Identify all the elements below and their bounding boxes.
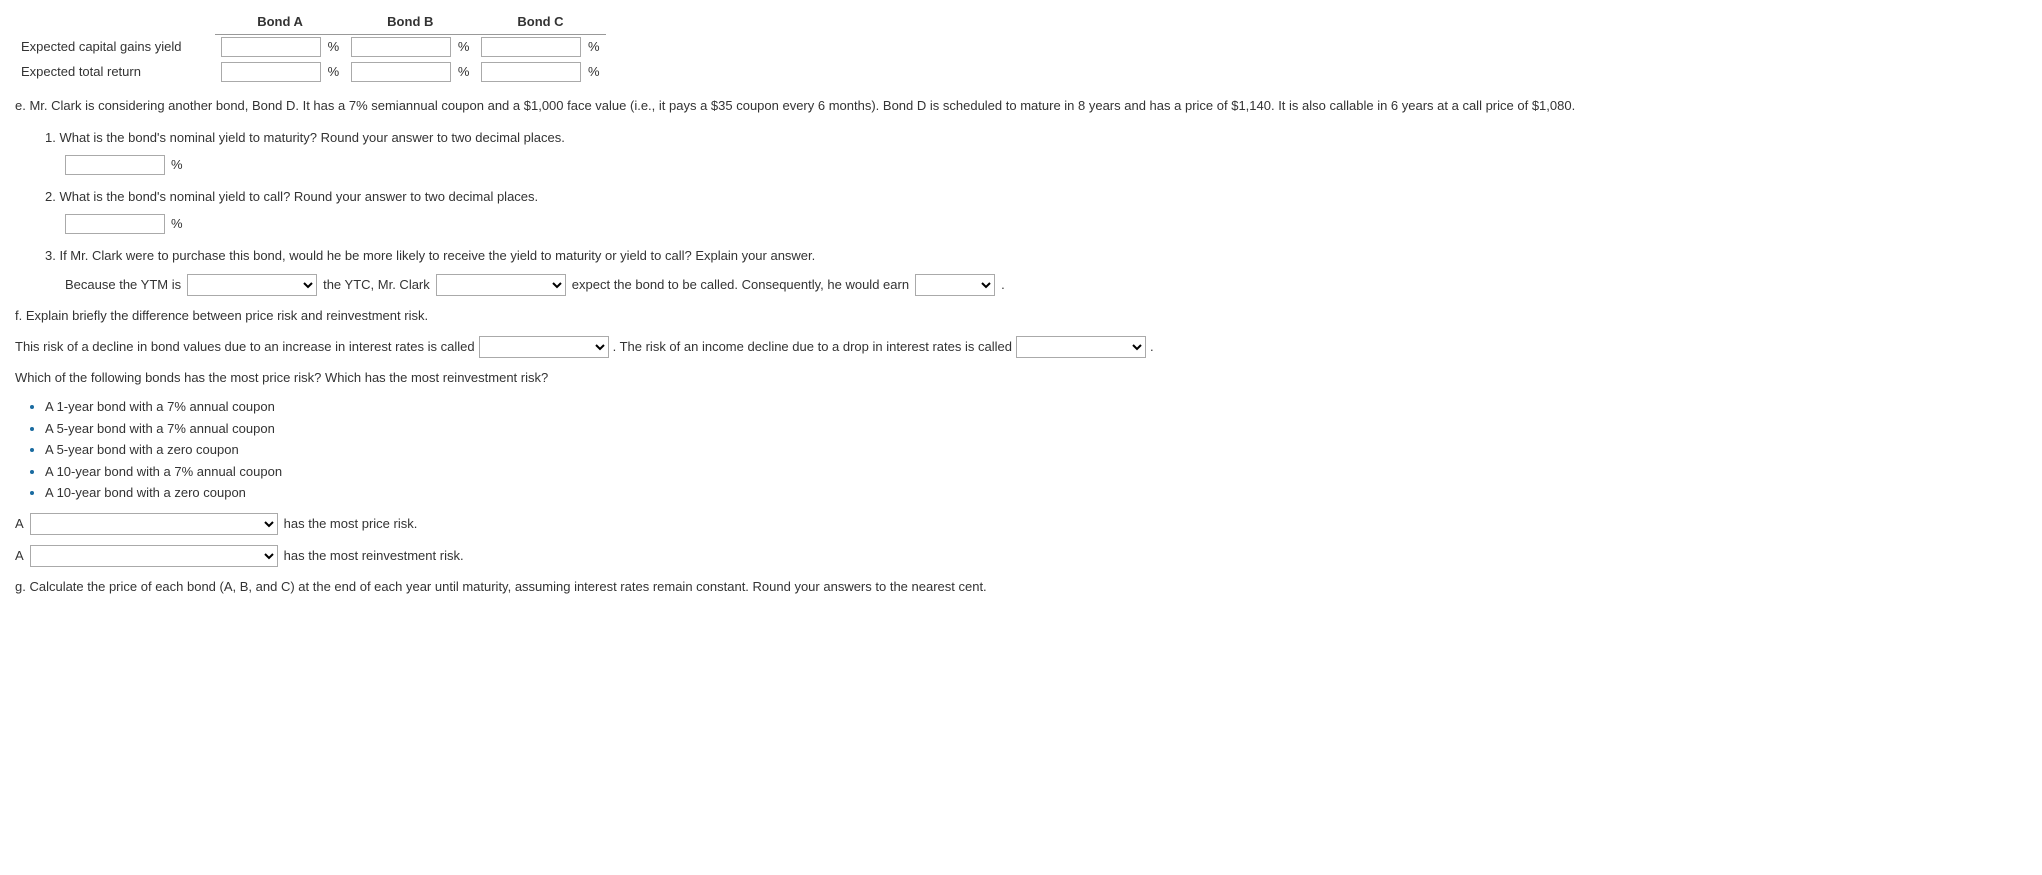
- capital-gains-bond-b-cell: %: [345, 34, 475, 59]
- question-e2: 2. What is the bond's nominal yield to c…: [45, 187, 2027, 208]
- capital-gains-bond-c-input[interactable]: [481, 37, 581, 57]
- q2-input[interactable]: [65, 214, 165, 234]
- bond-a-header: Bond A: [215, 10, 345, 34]
- q3-text: If Mr. Clark were to purchase this bond,…: [59, 248, 815, 263]
- most-price-risk-suffix: has the most price risk.: [284, 514, 418, 534]
- because-prefix: Because the YTM is: [65, 273, 181, 296]
- most-reinvestment-risk-dropdown[interactable]: 1-year bond with a 7% annual coupon 5-ye…: [30, 545, 278, 567]
- because-row: Because the YTM is greater than less tha…: [65, 273, 2027, 296]
- list-item-4: A 10-year bond with a 7% annual coupon: [45, 462, 2027, 482]
- q2-text: What is the bond's nominal yield to call…: [59, 189, 538, 204]
- capital-gains-label: Expected capital gains yield: [15, 34, 215, 59]
- q1-number: 1.: [45, 130, 56, 145]
- total-return-bond-a-input[interactable]: [221, 62, 321, 82]
- price-risk-dropdown[interactable]: price risk reinvestment risk: [479, 336, 609, 358]
- total-return-row: Expected total return % % %: [15, 59, 606, 84]
- most-price-risk-prefix: A: [15, 514, 24, 534]
- bond-options-list: A 1-year bond with a 7% annual coupon A …: [45, 397, 2027, 503]
- section-e-text: e. Mr. Clark is considering another bond…: [15, 96, 2027, 117]
- risk-prefix: This risk of a decline in bond values du…: [15, 335, 475, 358]
- percent-sign-6: %: [588, 64, 600, 79]
- percent-sign-2: %: [458, 39, 470, 54]
- total-return-bond-c-input[interactable]: [481, 62, 581, 82]
- most-price-risk-dropdown[interactable]: 1-year bond with a 7% annual coupon 5-ye…: [30, 513, 278, 535]
- because-middle: the YTC, Mr. Clark: [323, 273, 430, 296]
- risk-explanation-row: This risk of a decline in bond values du…: [15, 335, 2027, 358]
- total-return-bond-b-input[interactable]: [351, 62, 451, 82]
- ytm-comparison-dropdown[interactable]: greater than less than equal to: [187, 274, 317, 296]
- q1-text: What is the bond's nominal yield to matu…: [59, 130, 564, 145]
- list-item-1: A 1-year bond with a 7% annual coupon: [45, 397, 2027, 417]
- reinvestment-risk-dropdown[interactable]: price risk reinvestment risk: [1016, 336, 1146, 358]
- q1-percent: %: [171, 155, 183, 175]
- question-e3: 3. If Mr. Clark were to purchase this bo…: [45, 246, 2027, 267]
- risk-suffix: .: [1150, 335, 1154, 358]
- bond-table: Bond A Bond B Bond C Expected capital ga…: [15, 10, 2027, 84]
- most-reinvestment-suffix: has the most reinvestment risk.: [284, 546, 464, 566]
- capital-gains-bond-b-input[interactable]: [351, 37, 451, 57]
- q2-answer-row: %: [65, 214, 2027, 234]
- list-item-2: A 5-year bond with a 7% annual coupon: [45, 419, 2027, 439]
- percent-sign-3: %: [588, 39, 600, 54]
- percent-sign-4: %: [328, 64, 340, 79]
- risk-middle: . The risk of an income decline due to a…: [613, 335, 1012, 358]
- section-g-text: g. Calculate the price of each bond (A, …: [15, 577, 2027, 598]
- bond-c-header: Bond C: [475, 10, 605, 34]
- total-return-bond-c-cell: %: [475, 59, 605, 84]
- bond-b-header: Bond B: [345, 10, 475, 34]
- percent-sign-1: %: [328, 39, 340, 54]
- period-after-earn: .: [1001, 273, 1005, 296]
- q2-percent: %: [171, 214, 183, 234]
- q1-input[interactable]: [65, 155, 165, 175]
- capital-gains-bond-a-cell: %: [215, 34, 345, 59]
- capital-gains-bond-c-cell: %: [475, 34, 605, 59]
- total-return-bond-a-cell: %: [215, 59, 345, 84]
- would-dropdown[interactable]: would would not: [436, 274, 566, 296]
- capital-gains-bond-a-input[interactable]: [221, 37, 321, 57]
- most-price-risk-row: A 1-year bond with a 7% annual coupon 5-…: [15, 513, 2027, 535]
- total-return-bond-b-cell: %: [345, 59, 475, 84]
- most-reinvestment-prefix: A: [15, 546, 24, 566]
- list-item-5: A 10-year bond with a zero coupon: [45, 483, 2027, 503]
- q2-number: 2.: [45, 189, 56, 204]
- total-return-label: Expected total return: [15, 59, 215, 84]
- capital-gains-row: Expected capital gains yield % % %: [15, 34, 606, 59]
- most-reinvestment-risk-row: A 1-year bond with a 7% annual coupon 5-…: [15, 545, 2027, 567]
- question-e1: 1. What is the bond's nominal yield to m…: [45, 128, 2027, 149]
- q1-answer-row: %: [65, 155, 2027, 175]
- section-f-label: f. Explain briefly the difference betwee…: [15, 306, 2027, 327]
- which-text: Which of the following bonds has the mos…: [15, 368, 2027, 389]
- percent-sign-5: %: [458, 64, 470, 79]
- earn-dropdown[interactable]: YTM YTC: [915, 274, 995, 296]
- because-suffix: expect the bond to be called. Consequent…: [572, 273, 909, 296]
- q3-number: 3.: [45, 248, 56, 263]
- list-item-3: A 5-year bond with a zero coupon: [45, 440, 2027, 460]
